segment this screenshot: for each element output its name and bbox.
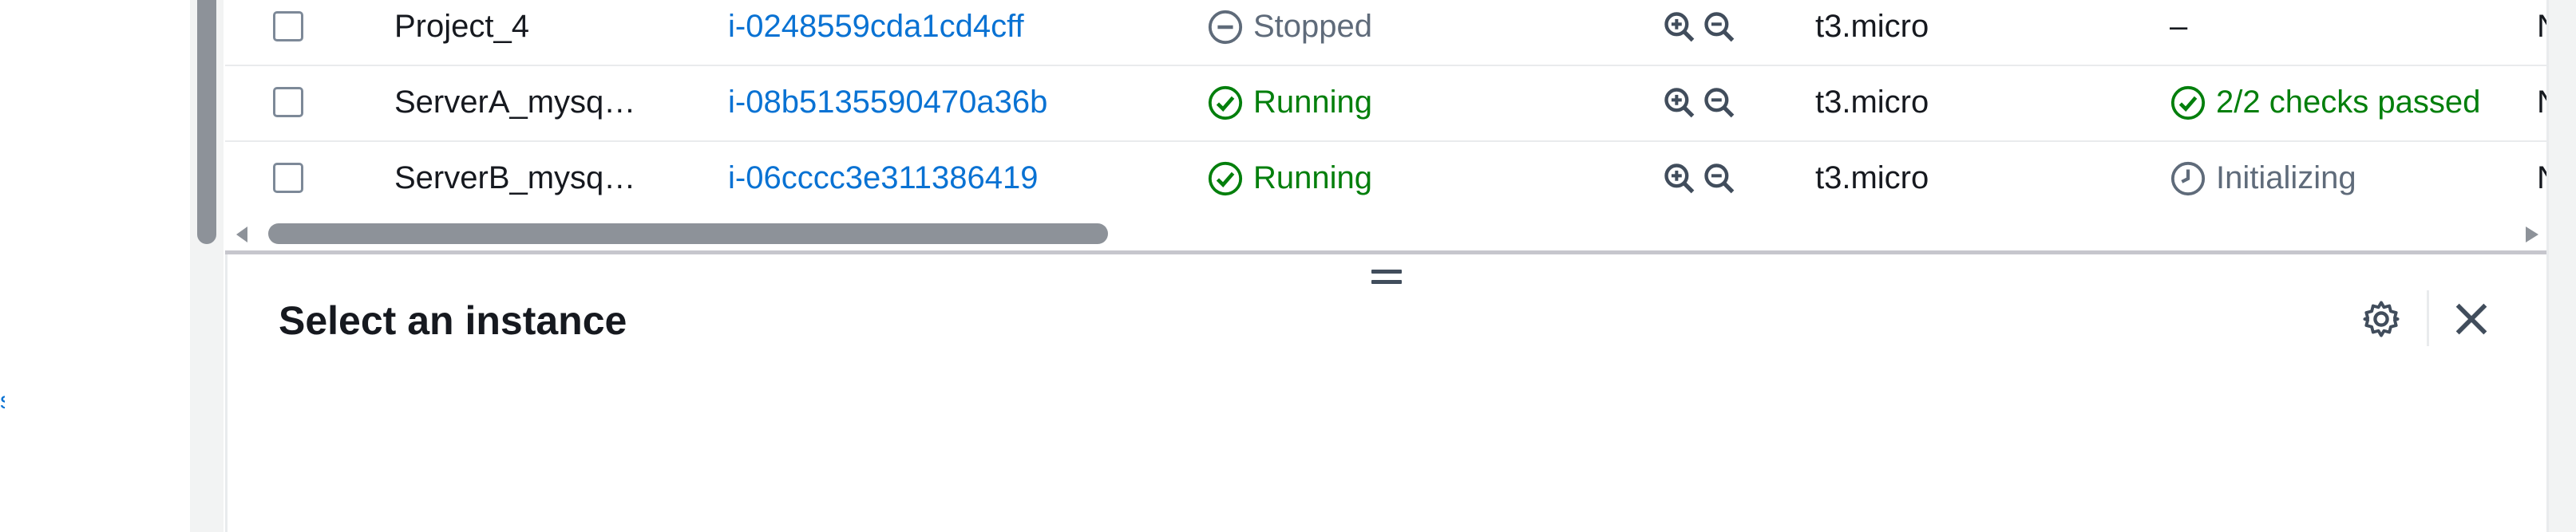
zoom-controls [1662, 140, 1742, 216]
horizontal-scrollbar-thumb[interactable] [268, 223, 1108, 244]
instance-id-link[interactable]: i-0248559cda1cd4cff [728, 0, 1024, 65]
instance-state-label: Running [1253, 160, 1373, 195]
zoom-in-icon[interactable] [1662, 161, 1697, 196]
scroll-left-arrow-icon[interactable] [236, 227, 247, 242]
running-icon [1208, 85, 1243, 120]
instance-state: Running [1207, 140, 1372, 216]
row-select-checkbox[interactable] [273, 11, 303, 41]
instance-name: ServerA_mysq… [394, 85, 636, 120]
status-check: Initializing [2170, 140, 2356, 216]
panel-title: Select an instance [279, 298, 627, 343]
split-panel: Select an instance [225, 254, 2546, 532]
check-passed-icon [2170, 85, 2206, 120]
status-check: – [2170, 0, 2187, 65]
zoom-in-icon[interactable] [1662, 10, 1697, 45]
instance-name: Project_4 [394, 9, 529, 44]
status-check-label: Initializing [2216, 160, 2356, 195]
zoom-out-icon[interactable] [1702, 85, 1737, 120]
instance-state-label: Stopped [1253, 9, 1373, 44]
instances-table: Project_4 i-0248559cda1cd4cff Stopped t3… [225, 0, 2546, 254]
alarm-status: No alarms [2537, 140, 2546, 216]
close-icon[interactable] [2451, 298, 2492, 340]
zoom-controls [1662, 65, 1742, 140]
initializing-icon [2170, 161, 2206, 195]
running-icon [1208, 161, 1243, 195]
instance-type: t3.micro [1815, 9, 1929, 44]
instance-state: Stopped [1207, 0, 1372, 65]
status-check: 2/2 checks passed [2170, 65, 2480, 140]
header-action-separator [2427, 290, 2429, 346]
status-check-label: 2/2 checks passed [2216, 85, 2481, 120]
zoom-in-icon[interactable] [1662, 85, 1697, 120]
instance-name: ServerB_mysq… [394, 160, 636, 195]
row-select-checkbox[interactable] [273, 87, 303, 117]
instance-state: Running [1207, 65, 1372, 140]
instance-type: t3.micro [1815, 85, 1929, 120]
horizontal-scrollbar[interactable] [225, 217, 2546, 250]
table-row[interactable]: Project_4 i-0248559cda1cd4cff Stopped t3… [225, 0, 2546, 66]
vertical-scrollbar-thumb[interactable] [197, 0, 216, 244]
gear-icon[interactable] [2360, 298, 2402, 340]
right-edge-panel [2546, 0, 2576, 532]
resize-handle-icon[interactable] [1371, 270, 1402, 287]
scroll-right-arrow-icon[interactable] [2526, 227, 2538, 242]
table-row[interactable]: ServerA_mysq… i-08b5135590470a36b Runnin… [225, 65, 2546, 142]
instance-type: t3.micro [1815, 160, 1929, 195]
alarm-status: No alarms [2537, 65, 2546, 140]
zoom-out-icon[interactable] [1702, 161, 1737, 196]
alarm-status: No alarms [2537, 0, 2546, 65]
instance-id-link[interactable]: i-06cccc3e311386419 [728, 140, 1038, 216]
left-navigation-gutter: s [0, 0, 190, 532]
zoom-out-icon[interactable] [1702, 10, 1737, 45]
left-nav-link-fragment[interactable]: s [0, 389, 5, 413]
table-row[interactable]: ServerB_mysq… i-06cccc3e311386419 Runnin… [225, 140, 2546, 216]
instance-id-link[interactable]: i-08b5135590470a36b [728, 65, 1047, 140]
instance-state-label: Running [1253, 85, 1373, 120]
zoom-controls [1662, 0, 1742, 65]
status-check-label: – [2170, 9, 2188, 44]
stopped-icon [1208, 10, 1243, 44]
row-select-checkbox[interactable] [273, 163, 303, 193]
